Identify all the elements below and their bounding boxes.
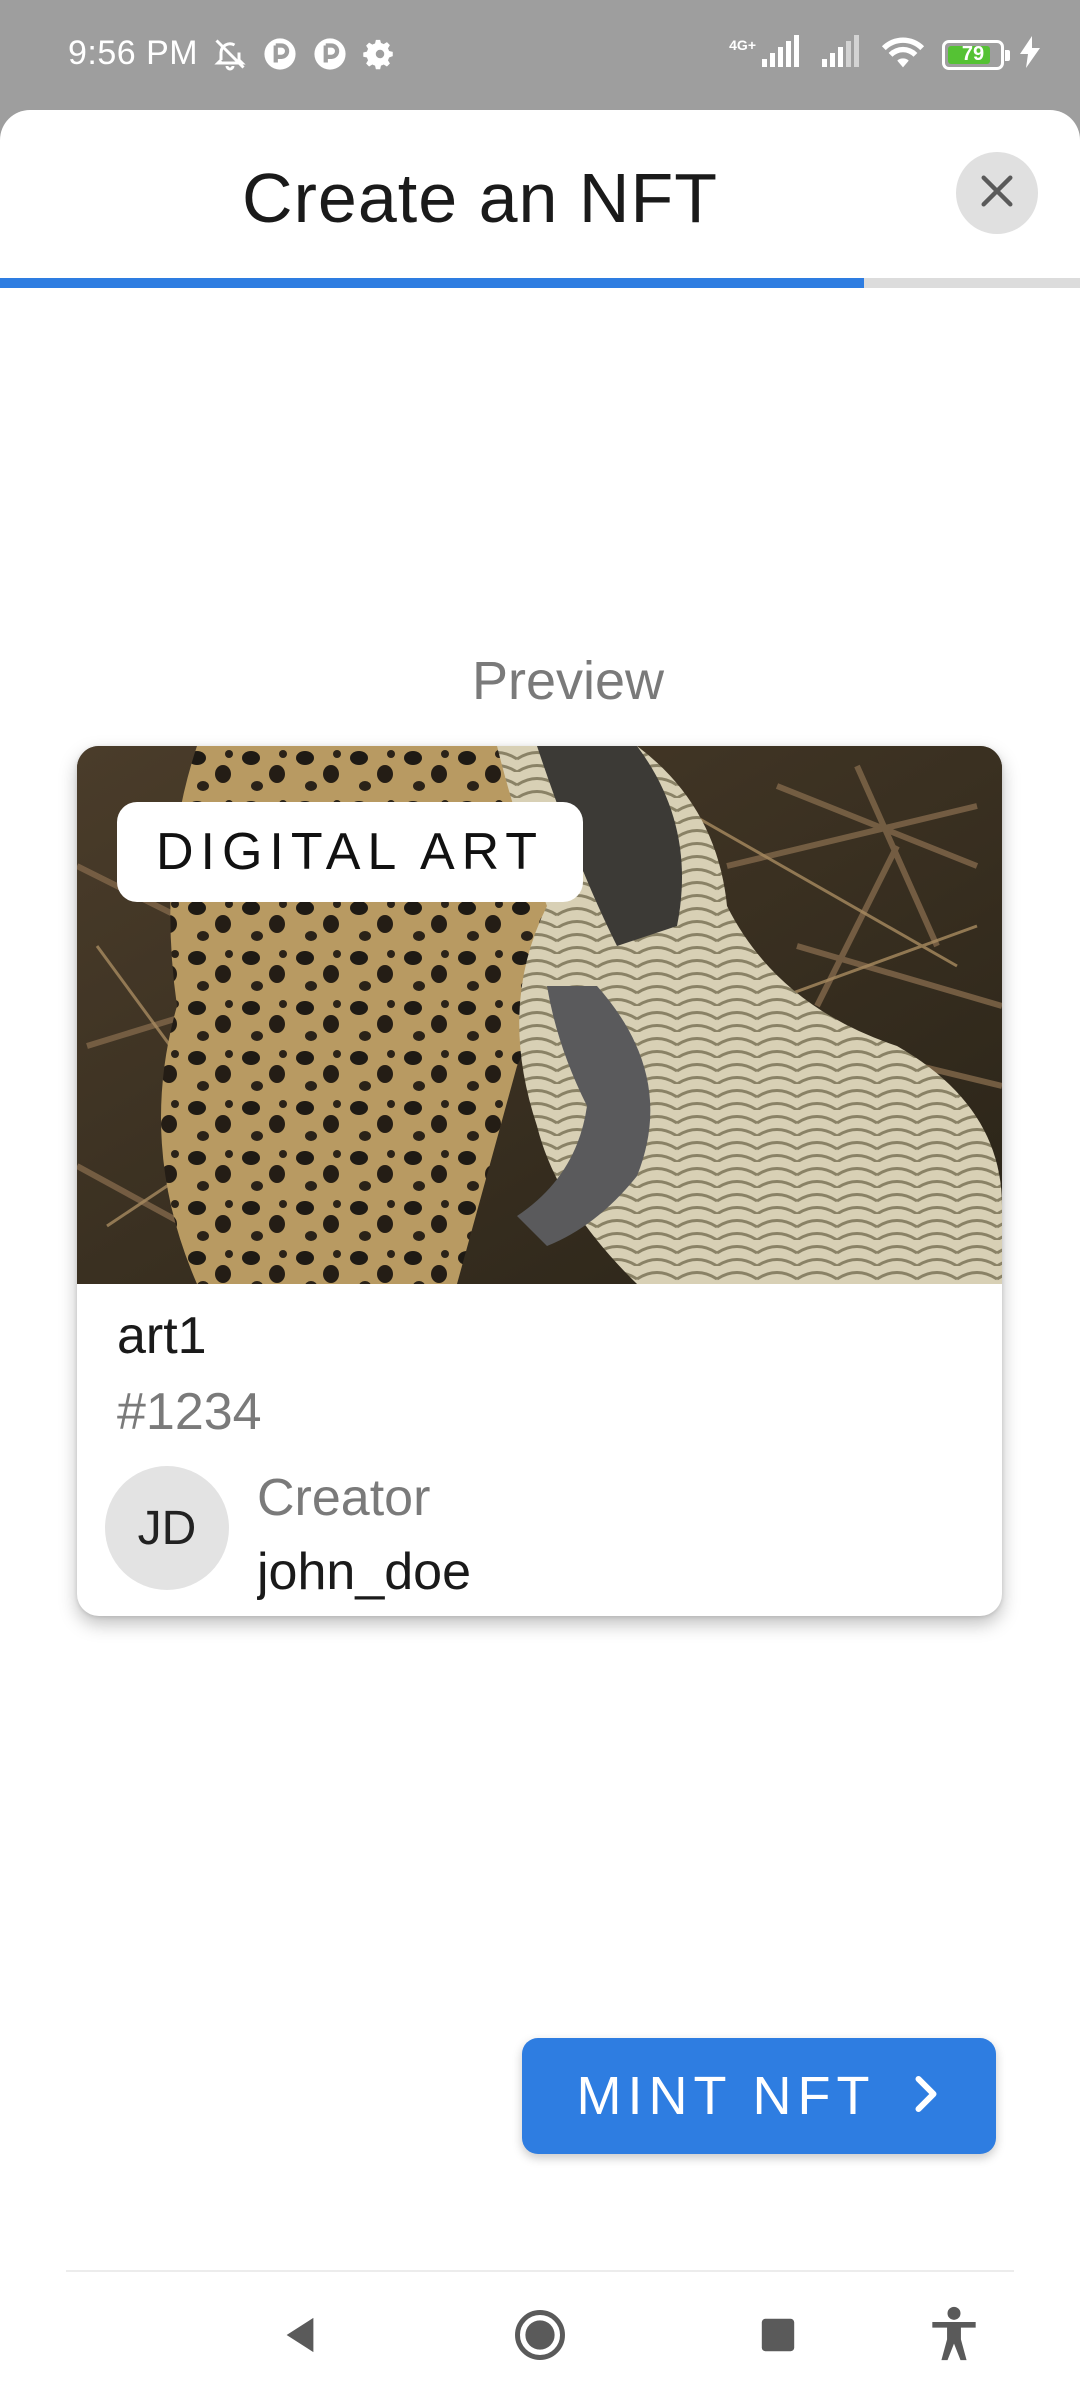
battery-level: 79 [961,43,985,65]
step-progress-bar [0,278,1080,288]
status-time: 9:56 PM [68,34,199,72]
avatar: JD [105,1466,229,1590]
signal-icon [820,35,864,74]
nft-name: art1 [117,1307,207,1365]
app-icon [262,36,298,72]
bell-off-icon [212,36,248,72]
nft-token-id: #1234 [117,1383,262,1441]
step-progress-fill [0,278,864,288]
home-icon[interactable] [510,2305,570,2365]
status-bar: 9:56 PM 4G+ 79 [0,0,1080,110]
app-icon [312,36,348,72]
sheet-title: Create an NFT [242,159,718,237]
wifi-icon [880,34,926,75]
mint-nft-label: MINT NFT [576,2066,876,2126]
charging-icon [1020,36,1040,73]
chevron-right-icon [911,2065,941,2127]
settings-icon [362,36,398,72]
category-chip: DIGITAL ART [117,802,583,902]
nft-preview-card: DIGITAL ART art1 #1234 JD Creator john_d… [77,746,1002,1616]
creator-label: Creator [257,1469,431,1527]
close-icon [977,171,1017,216]
back-icon[interactable] [270,2305,330,2365]
signal-icon [760,35,804,74]
status-right: 4G+ 79 [729,34,1040,75]
creator-name: john_doe [257,1543,471,1601]
battery-icon: 79 [942,39,1010,70]
network-type-label: 4G+ [729,36,756,53]
mint-nft-button[interactable]: MINT NFT [522,2038,996,2154]
recents-icon[interactable] [748,2305,808,2365]
accessibility-icon[interactable] [924,2305,984,2365]
nav-divider [66,2270,1014,2272]
close-button[interactable] [956,152,1038,234]
preview-label: Preview [471,651,665,711]
create-nft-sheet: Create an NFT Preview DIGITAL ART art1 #… [0,110,1080,2400]
nft-artwork-image: DIGITAL ART [77,746,1002,1284]
status-left: 9:56 PM [68,34,398,73]
